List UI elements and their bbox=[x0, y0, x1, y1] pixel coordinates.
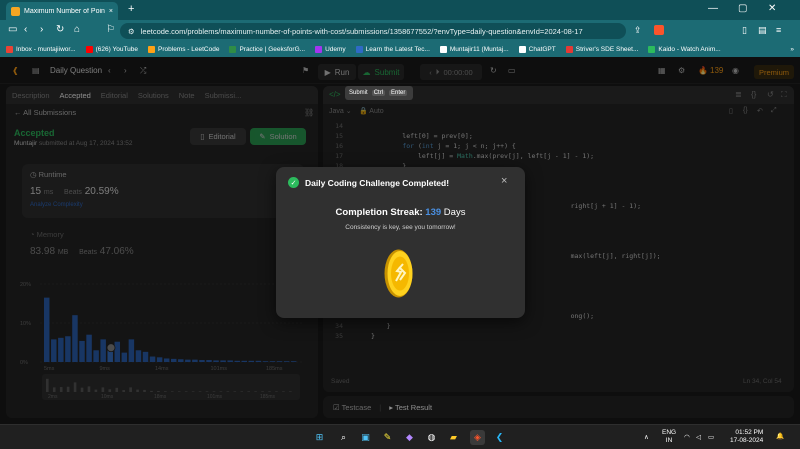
volume-icon[interactable]: ◁ bbox=[696, 433, 701, 441]
github-desktop-icon[interactable]: ◍ bbox=[424, 430, 439, 445]
menu-icon[interactable]: ≡ bbox=[776, 25, 781, 35]
browser-tab[interactable]: Maximum Number of Points wi... × bbox=[6, 2, 118, 20]
share-icon[interactable]: ⇪ bbox=[634, 25, 642, 36]
search-icon[interactable]: ⌕ bbox=[336, 430, 351, 445]
bookmark-item[interactable]: Muntajir11 (Muntaj... bbox=[439, 46, 509, 53]
streak-label: Completion Streak: bbox=[335, 207, 423, 218]
obsidian-icon[interactable]: ◆ bbox=[402, 430, 417, 445]
notification-bell-icon[interactable]: 🔔 bbox=[776, 432, 784, 440]
file-explorer-icon[interactable]: ▰ bbox=[446, 430, 461, 445]
tooltip-key-ctrl: Ctrl bbox=[371, 90, 386, 96]
bookmark-item[interactable]: Striver's SDE Sheet... bbox=[565, 46, 639, 53]
bookmark-favicon-icon bbox=[439, 46, 447, 53]
url-text: leetcode.com/problems/maximum-number-of-… bbox=[140, 26, 583, 36]
dialog-title: Daily Coding Challenge Completed! bbox=[305, 177, 450, 188]
bookmark-item[interactable]: Practice | GeeksforG... bbox=[229, 46, 305, 53]
brave-browser-icon[interactable]: ◈ bbox=[470, 430, 485, 445]
bookmark-favicon-icon bbox=[85, 46, 93, 53]
browser-tab-title: Maximum Number of Points wi... bbox=[24, 7, 105, 15]
check-circle-icon: ✓ bbox=[288, 177, 299, 188]
vscode-icon[interactable]: ❮ bbox=[492, 430, 507, 445]
bookmark-favicon-icon bbox=[648, 46, 656, 53]
tray-overflow-icon[interactable]: ∧ bbox=[644, 433, 649, 441]
dialog-message: Consistency is key, see you tomorrow! bbox=[345, 224, 456, 231]
close-window-icon[interactable]: ✕ bbox=[768, 3, 776, 14]
bookmark-label: Learn the Latest Tec... bbox=[365, 46, 430, 53]
bookmark-label: Problems - LeetCode bbox=[158, 46, 220, 53]
tooltip-label: Submit bbox=[349, 90, 368, 96]
bookmark-item[interactable]: Udemy bbox=[315, 46, 346, 53]
more-bookmarks-button[interactable]: » bbox=[790, 46, 794, 53]
streak-unit: Days bbox=[443, 207, 466, 218]
browser-tab-strip bbox=[0, 0, 800, 20]
windows-start-icon[interactable]: ⊞ bbox=[312, 430, 327, 445]
bookmark-label: (626) YouTube bbox=[95, 46, 139, 53]
language-indicator[interactable]: ENG IN bbox=[662, 429, 676, 445]
bookmark-label: ChatGPT bbox=[528, 46, 556, 53]
bookmark-item[interactable]: ChatGPT bbox=[518, 46, 556, 53]
new-tab-button[interactable]: + bbox=[128, 3, 134, 15]
dialog-header: ✓ Daily Coding Challenge Completed! bbox=[288, 177, 449, 188]
bookmark-favicon-icon bbox=[229, 46, 237, 53]
streak-value: 139 bbox=[425, 207, 442, 218]
tab-close-icon[interactable]: × bbox=[109, 8, 113, 15]
windows-taskbar: ⊞ ⌕ ▣ ✎ ◆ ◍ ▰ ◈ ❮ bbox=[0, 424, 800, 449]
address-bar[interactable]: ⚙ leetcode.com/problems/maximum-number-o… bbox=[120, 23, 626, 39]
wallet-icon[interactable]: ▤ bbox=[758, 25, 767, 36]
bookmark-icon[interactable]: ⚐ bbox=[106, 24, 115, 35]
bookmark-label: Muntajir11 (Muntaj... bbox=[449, 46, 509, 53]
gold-coin-icon bbox=[384, 249, 413, 298]
battery-icon[interactable]: ▭ bbox=[708, 433, 714, 441]
bookmark-favicon-icon bbox=[355, 46, 363, 53]
home-icon[interactable]: ⌂ bbox=[74, 24, 80, 35]
bookmark-label: Practice | GeeksforG... bbox=[239, 46, 306, 53]
completion-streak: Completion Streak: 139 Days bbox=[276, 207, 525, 218]
site-info-icon[interactable]: ⚙ bbox=[128, 27, 135, 36]
reload-icon[interactable]: ↻ bbox=[56, 24, 64, 35]
sidebar-panel-icon[interactable]: ▯ bbox=[742, 25, 747, 36]
back-icon[interactable]: ‹ bbox=[24, 24, 27, 35]
challenge-completed-dialog: ✓ Daily Coding Challenge Completed! × Co… bbox=[276, 167, 525, 318]
notes-app-icon[interactable]: ✎ bbox=[380, 430, 395, 445]
bookmark-favicon-icon bbox=[6, 46, 13, 53]
bookmark-label: Kaido - Watch Anim... bbox=[658, 46, 721, 53]
bookmark-favicon-icon bbox=[148, 46, 156, 53]
bookmark-label: Striver's SDE Sheet... bbox=[575, 46, 639, 53]
bookmark-favicon-icon bbox=[518, 46, 526, 53]
sidebar-toggle-icon[interactable]: ▭ bbox=[8, 24, 17, 35]
bookmark-favicon-icon bbox=[565, 46, 573, 53]
forward-icon[interactable]: › bbox=[40, 24, 43, 35]
bookmark-favicon-icon bbox=[315, 46, 323, 53]
bookmark-item[interactable]: Inbox - muntajiiwor... bbox=[6, 46, 76, 53]
submit-shortcut-tooltip: Submit Ctrl Enter bbox=[345, 86, 413, 100]
maximize-icon[interactable]: ▢ bbox=[738, 3, 747, 14]
clock[interactable]: 01:52 PM 17-08-2024 bbox=[730, 429, 763, 445]
widgets-icon[interactable]: ▣ bbox=[358, 430, 373, 445]
dialog-close-button[interactable]: × bbox=[501, 175, 507, 187]
bookmark-label: Udemy bbox=[325, 46, 346, 53]
leetcode-favicon-icon bbox=[11, 6, 20, 16]
bookmarks-bar: Inbox - muntajiiwor... (626) YouTube Probl… bbox=[0, 42, 800, 57]
bookmark-item[interactable]: Learn the Latest Tec... bbox=[355, 46, 430, 53]
bookmark-item[interactable]: Kaido - Watch Anim... bbox=[648, 46, 721, 53]
bookmark-item[interactable]: Problems - LeetCode bbox=[148, 46, 219, 53]
bookmark-label: Inbox - muntajiiwor... bbox=[16, 46, 76, 53]
tooltip-key-enter: Enter bbox=[389, 90, 408, 96]
bookmark-item[interactable]: (626) YouTube bbox=[85, 46, 139, 53]
wifi-icon[interactable]: ◠ bbox=[684, 433, 690, 441]
minimize-icon[interactable]: — bbox=[708, 3, 718, 14]
brave-shield-icon[interactable] bbox=[654, 25, 664, 35]
